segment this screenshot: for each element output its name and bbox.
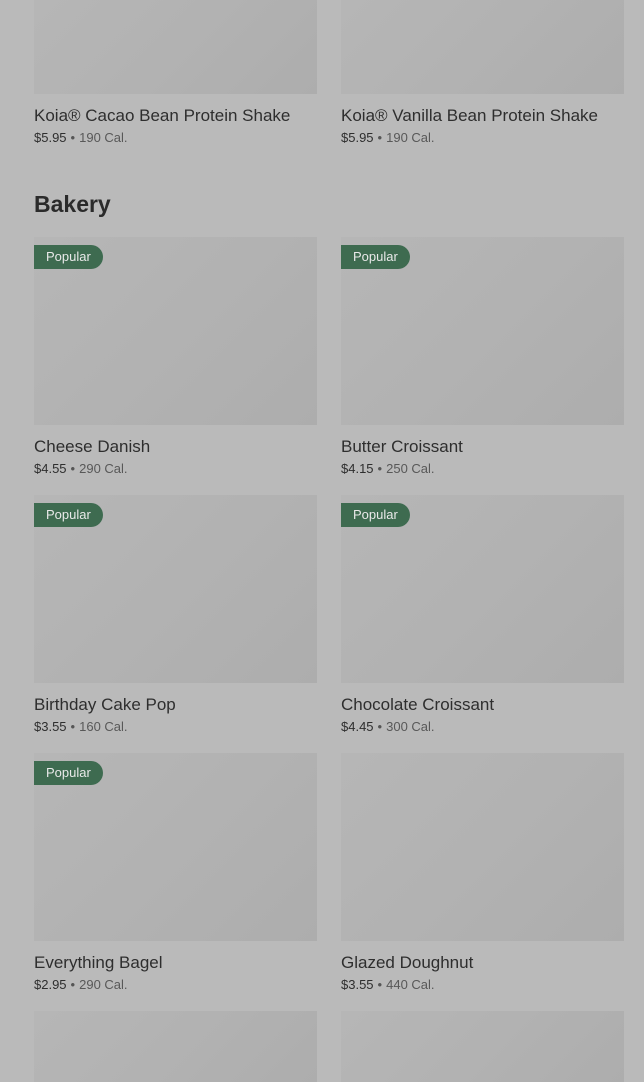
item-image[interactable]: Popular [34,753,317,941]
popular-badge: Popular [34,503,103,527]
item-image[interactable] [34,1011,317,1082]
item-name: Butter Croissant [341,437,463,456]
item-meta: $2.95 • 290 Cal. [34,976,317,994]
item-calories: 290 Cal. [79,461,128,476]
item-price: $4.55 [34,461,67,476]
separator-dot: • [377,461,383,476]
separator-dot: • [70,461,76,476]
menu-item-card[interactable] [341,1011,624,1082]
item-meta: $4.45 • 300 Cal. [341,718,624,736]
separator-dot: • [70,719,76,734]
item-price: $4.15 [341,461,374,476]
item-name: Everything Bagel [34,953,163,972]
item-name: Koia® Vanilla Bean Protein Shake [341,106,598,125]
menu-item-card[interactable]: Popular Butter Croissant $4.15 • 250 Cal. [341,237,624,478]
menu-item-card[interactable]: Glazed Doughnut $3.55 • 440 Cal. [341,753,624,994]
item-calories: 290 Cal. [79,977,128,992]
item-image[interactable]: Popular [341,237,624,425]
item-price: $5.95 [34,130,67,145]
item-price: $3.55 [34,719,67,734]
item-image[interactable]: Popular [341,495,624,683]
item-name: Koia® Cacao Bean Protein Shake [34,106,291,125]
item-price: $5.95 [341,130,374,145]
menu-item-card[interactable]: Koia® Vanilla Bean Protein Shake $5.95 • 1… [341,0,624,147]
item-price: $2.95 [34,977,67,992]
item-calories: 190 Cal. [79,130,128,145]
menu-page: Koia® Cacao Bean Protein Shake $5.95 • 190… [0,0,644,1082]
menu-item-card[interactable]: Koia® Cacao Bean Protein Shake $5.95 • 190… [34,0,317,147]
item-name: Glazed Doughnut [341,953,474,972]
popular-badge: Popular [34,245,103,269]
item-image[interactable]: Popular [34,495,317,683]
item-image[interactable] [34,0,317,94]
item-image[interactable] [341,753,624,941]
menu-item-card[interactable]: Popular Birthday Cake Pop $3.55 • 160 Cal. [34,495,317,736]
separator-dot: • [377,130,383,145]
item-calories: 250 Cal. [386,461,435,476]
item-meta: $5.95 • 190 Cal. [341,129,624,147]
popular-badge: Popular [34,761,103,785]
item-meta: $4.15 • 250 Cal. [341,460,624,478]
item-name: Cheese Danish [34,437,151,456]
menu-item-card[interactable]: Popular Everything Bagel $2.95 • 290 Cal. [34,753,317,994]
item-name: Birthday Cake Pop [34,695,176,714]
separator-dot: • [377,977,383,992]
item-price: $3.55 [341,977,374,992]
item-meta: $3.55 • 440 Cal. [341,976,624,994]
popular-badge: Popular [341,503,410,527]
menu-item-card[interactable]: Popular Cheese Danish $4.55 • 290 Cal. [34,237,317,478]
menu-item-card[interactable]: Popular Chocolate Croissant $4.45 • 300 Ca… [341,495,624,736]
item-calories: 300 Cal. [386,719,435,734]
item-image[interactable] [341,0,624,94]
popular-badge: Popular [341,245,410,269]
separator-dot: • [70,977,76,992]
item-calories: 160 Cal. [79,719,128,734]
item-image[interactable] [341,1011,624,1082]
item-price: $4.45 [341,719,374,734]
separator-dot: • [70,130,76,145]
item-calories: 440 Cal. [386,977,435,992]
section-title-bakery: Bakery [34,191,111,217]
item-meta: $4.55 • 290 Cal. [34,460,317,478]
item-meta: $3.55 • 160 Cal. [34,718,317,736]
menu-item-card[interactable] [34,1011,317,1082]
item-calories: 190 Cal. [386,130,435,145]
item-meta: $5.95 • 190 Cal. [34,129,317,147]
item-image[interactable]: Popular [34,237,317,425]
item-name: Chocolate Croissant [341,695,495,714]
separator-dot: • [377,719,383,734]
